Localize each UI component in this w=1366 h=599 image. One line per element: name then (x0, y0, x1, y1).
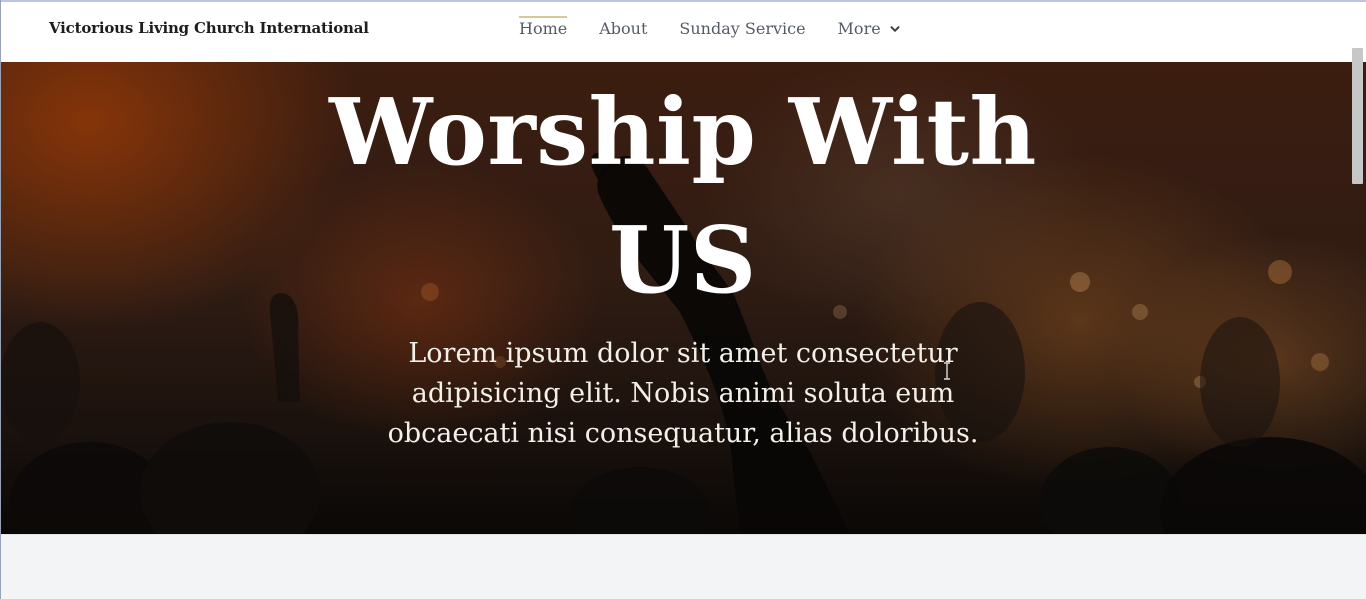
page: Victorious Living Church International H… (0, 0, 1366, 599)
nav-item-home[interactable]: Home (519, 16, 568, 38)
hero-description: Lorem ipsum dolor sit amet consectetur a… (387, 338, 979, 449)
nav-item-more-label: More (837, 19, 881, 38)
nav-item-more[interactable]: More (838, 19, 901, 38)
scrollbar-thumb[interactable] (1352, 48, 1363, 184)
text-cursor-icon (944, 362, 950, 380)
navbar: Victorious Living Church International H… (0, 2, 1366, 62)
main-nav: Home About Sunday Service More (519, 16, 901, 38)
page-scrollbar[interactable] (1350, 46, 1366, 599)
hero-title: Worship With US (283, 68, 1083, 324)
nav-item-about[interactable]: About (599, 19, 647, 38)
hero-title-line-1: Worship With (329, 78, 1037, 186)
hero-title-line-2: US (609, 206, 757, 314)
site-brand[interactable]: Victorious Living Church International (49, 19, 369, 37)
chevron-down-icon (890, 25, 900, 32)
hero-section: Worship With US Lorem ipsum dolor sit am… (0, 62, 1366, 534)
content-section (0, 534, 1366, 599)
left-border (0, 0, 1, 599)
nav-item-sunday-service[interactable]: Sunday Service (679, 19, 805, 38)
